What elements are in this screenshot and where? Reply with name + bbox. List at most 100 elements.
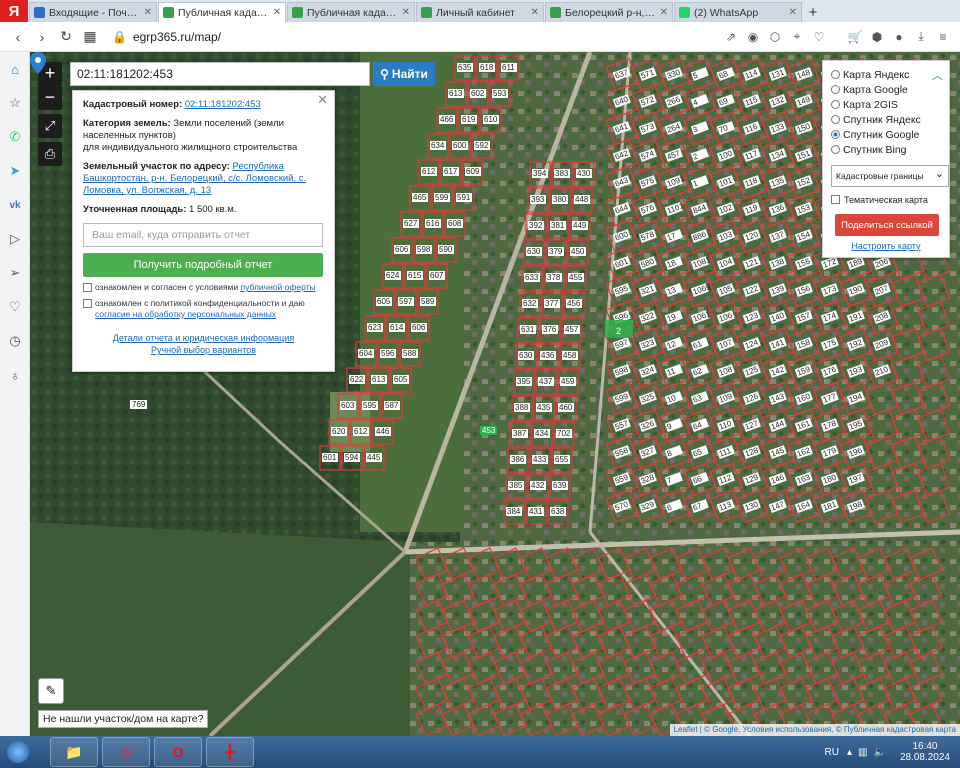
cart-icon[interactable]: 🛒 xyxy=(844,30,866,44)
layer-option[interactable]: Карта 2GIS xyxy=(831,97,941,112)
profile-icon[interactable]: ● xyxy=(888,30,910,44)
favorite-icon[interactable]: ♡ xyxy=(808,30,830,44)
location-marker-icon[interactable] xyxy=(30,52,46,74)
thematic-checkbox[interactable] xyxy=(831,195,840,204)
opera-taskbar-icon[interactable]: O xyxy=(154,737,202,767)
new-tab-button[interactable]: + xyxy=(802,2,824,22)
clock[interactable]: 16:40 28.08.2024 xyxy=(890,741,960,763)
close-tab-icon[interactable]: ✕ xyxy=(789,7,797,18)
play-icon[interactable]: ▷ xyxy=(0,222,30,256)
telegram-icon[interactable]: ➤ xyxy=(0,154,30,188)
camera-icon[interactable]: ◉ xyxy=(742,30,764,44)
close-icon[interactable]: ✕ xyxy=(317,93,328,106)
layer-option[interactable]: Карта Google xyxy=(831,82,941,97)
close-tab-icon[interactable]: ✕ xyxy=(402,7,410,18)
parcel-number-label: 612 xyxy=(354,427,368,436)
get-report-button[interactable]: Получить подробный отчет xyxy=(83,253,323,277)
back-icon[interactable]: ‹ xyxy=(6,29,30,45)
tab-2[interactable]: Публичная кадастро ✕ xyxy=(287,2,415,22)
layer-option[interactable]: Спутник Google xyxy=(831,127,941,142)
language-indicator[interactable]: RU xyxy=(825,747,839,758)
chevron-up-icon[interactable]: ︿ xyxy=(932,67,943,83)
cadastral-map[interactable]: 635 613 466 634 612 465 627 606 624 605 623 604 622 6… xyxy=(30,52,960,736)
parcel-number-label: 600 xyxy=(453,141,467,150)
offer-link[interactable]: публичной оферты xyxy=(241,282,316,292)
layer-option[interactable]: Спутник Bing xyxy=(831,142,941,157)
tab-4[interactable]: Белорецкий р-н, с Ш ✕ xyxy=(545,2,673,22)
share-link-button[interactable]: Поделиться ссылкой xyxy=(835,214,939,236)
yandex-logo-icon[interactable]: Я xyxy=(0,0,28,22)
radio-button[interactable] xyxy=(831,100,840,109)
cube-icon[interactable]: ⬢ xyxy=(866,30,888,44)
parcel-number-label: 456 xyxy=(567,299,581,308)
network-icon[interactable]: ▥ xyxy=(858,747,867,758)
tab-1[interactable]: Публичная кадастро ✕ xyxy=(158,2,286,22)
radio-button[interactable] xyxy=(831,85,840,94)
setup-map-link[interactable]: Настроить карту xyxy=(831,241,941,251)
pin-icon[interactable]: ⌖ xyxy=(786,29,808,44)
parcel-number-label: 432 xyxy=(531,481,545,490)
not-found-link[interactable]: Не нашли участок/дом на карте? xyxy=(38,710,209,728)
start-button[interactable] xyxy=(0,736,36,768)
email-field[interactable]: Ваш email, куда отправить отчет xyxy=(83,223,323,247)
zoom-out-button[interactable]: − xyxy=(38,86,62,110)
tab-favicon-icon xyxy=(34,7,45,18)
share-icon[interactable]: ⇗ xyxy=(720,30,742,44)
parcel-number-label: 702 xyxy=(557,429,571,438)
thematic-map-toggle[interactable]: Тематическая карта xyxy=(831,192,941,207)
radio-button[interactable] xyxy=(831,130,840,139)
explorer-taskbar-icon[interactable]: 📁 xyxy=(50,737,98,767)
manual-select-link[interactable]: Ручной выбор вариантов xyxy=(83,344,324,356)
layer-option[interactable]: Спутник Яндекс xyxy=(831,112,941,127)
details-link[interactable]: Детали отчета и юридическая информация xyxy=(83,332,324,344)
search-button[interactable]: ⚲ Найти xyxy=(373,62,435,86)
download-icon[interactable]: ⤓ xyxy=(910,29,932,44)
url-field[interactable]: 🔒 egrp365.ru/map/ xyxy=(112,30,720,44)
tab-3[interactable]: Личный кабинет ✕ xyxy=(416,2,544,22)
app-taskbar-icon[interactable]: ╋ xyxy=(206,737,254,767)
radio-button[interactable] xyxy=(831,70,840,79)
forward-icon[interactable]: › xyxy=(30,29,54,45)
extension-icon[interactable]: ⬡ xyxy=(764,30,786,44)
parcel-number-label: 596 xyxy=(381,349,395,358)
send-icon[interactable]: ➢ xyxy=(0,256,30,290)
tab-5[interactable]: (2) WhatsApp ✕ xyxy=(674,2,802,22)
radio-button[interactable] xyxy=(831,115,840,124)
parcel-number-label: 614 xyxy=(390,323,404,332)
home-icon[interactable]: ⌂ xyxy=(0,52,30,86)
fullscreen-icon[interactable]: ⤢ xyxy=(38,114,62,138)
tabs-grid-icon[interactable]: ▦ xyxy=(78,28,102,45)
pencil-icon[interactable]: ✎ xyxy=(38,678,64,704)
close-tab-icon[interactable]: ✕ xyxy=(144,7,152,18)
privacy-link[interactable]: согласие на обработку персональных данны… xyxy=(95,309,276,319)
close-tab-icon[interactable]: ✕ xyxy=(531,7,539,18)
area-value: 1 500 кв.м. xyxy=(189,204,237,215)
category-label: Категория земель: xyxy=(83,118,171,129)
menu-icon[interactable]: ≡ xyxy=(932,30,954,44)
bulb-icon[interactable]: ♁ xyxy=(0,358,30,392)
privacy-checkbox-row[interactable]: ознакомлен с политикой конфиденциальност… xyxy=(83,298,324,320)
heart-icon[interactable]: ♡ xyxy=(0,290,30,324)
radio-button[interactable] xyxy=(831,145,840,154)
media-taskbar-icon[interactable]: ◎ xyxy=(102,737,150,767)
whatsapp-icon[interactable]: ✆ xyxy=(0,120,30,154)
offer-checkbox[interactable] xyxy=(83,283,92,292)
history-icon[interactable]: ◷ xyxy=(0,324,30,358)
cad-number-link[interactable]: 02:11:181202:453 xyxy=(185,99,261,110)
cadastral-search-input[interactable]: 02:11:181202:453 xyxy=(70,62,370,86)
offer-checkbox-row[interactable]: ознакомлен и согласен с условиями публич… xyxy=(83,282,324,293)
vk-icon[interactable]: vk xyxy=(0,188,30,222)
reload-icon[interactable]: ↻ xyxy=(54,28,78,45)
star-icon[interactable]: ☆ xyxy=(0,86,30,120)
close-tab-icon[interactable]: ✕ xyxy=(273,7,281,18)
tray-arrow-icon[interactable]: ▴ xyxy=(847,747,852,758)
attribution-text[interactable]: Leaflet | © Google, Условия использовани… xyxy=(674,725,956,734)
layer-option[interactable]: Карта Яндекс xyxy=(831,67,941,82)
privacy-checkbox[interactable] xyxy=(83,299,92,308)
tab-0[interactable]: Входящие - Почта M ✕ xyxy=(29,2,157,22)
layer-select[interactable]: Кадастровые границы xyxy=(831,165,949,187)
parcel-number-label: 384 xyxy=(507,507,521,516)
volume-icon[interactable]: 🔈 xyxy=(873,747,885,758)
print-icon[interactable]: ⎙ xyxy=(38,142,62,166)
close-tab-icon[interactable]: ✕ xyxy=(660,7,668,18)
